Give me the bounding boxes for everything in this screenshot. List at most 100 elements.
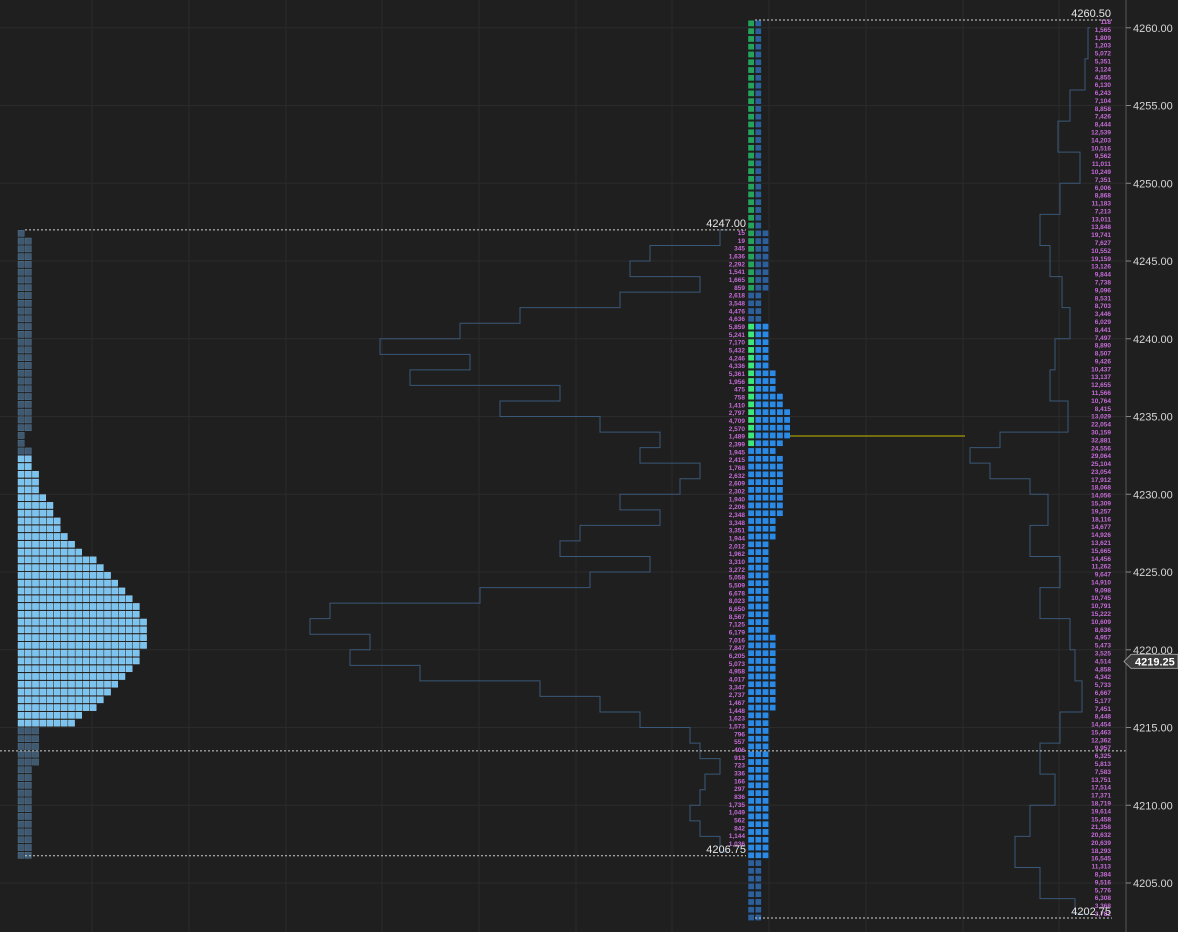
current-block — [747, 27, 755, 35]
volume-label-mid: 4,246 — [729, 355, 746, 362]
current-block — [747, 331, 755, 338]
current-block — [747, 354, 755, 362]
current-block — [769, 447, 776, 455]
volume-label-right: 4,858 — [1095, 666, 1112, 673]
prior-block — [46, 665, 54, 673]
current-block — [755, 533, 762, 540]
prior-block — [89, 680, 97, 688]
current-block — [776, 401, 784, 408]
volume-label-right: 17,371 — [1091, 793, 1111, 800]
prior-block — [75, 564, 82, 571]
current-block — [755, 284, 762, 292]
prior-block — [53, 572, 61, 579]
current-block — [776, 432, 784, 439]
current-block — [762, 579, 769, 587]
prior-low-label: 4206.75 — [706, 844, 746, 856]
prior-block — [32, 502, 39, 509]
prior-block — [104, 626, 111, 634]
current-block — [747, 603, 755, 610]
prior-block — [17, 230, 25, 237]
current-block — [747, 292, 755, 299]
prior-block — [125, 634, 133, 641]
current-block — [747, 416, 755, 424]
prior-block — [25, 657, 32, 665]
current-block — [755, 649, 762, 657]
current-block — [755, 789, 762, 797]
prior-block — [53, 603, 61, 610]
prior-block — [39, 618, 46, 626]
current-block — [762, 649, 769, 657]
volume-label-mid: 1,768 — [729, 465, 746, 472]
prior-block — [39, 572, 46, 579]
volume-label-right: 6,029 — [1095, 319, 1112, 326]
prior-block — [82, 665, 90, 673]
prior-block — [46, 556, 54, 564]
current-block — [769, 525, 776, 533]
current-block — [747, 805, 755, 812]
current-block — [769, 432, 776, 439]
volume-label-mid: 4,017 — [729, 677, 746, 684]
prior-block — [17, 315, 25, 323]
volume-label-right: 6,325 — [1095, 753, 1112, 760]
prior-block — [17, 665, 25, 673]
prior-block — [68, 564, 75, 571]
current-block — [755, 859, 762, 867]
prior-block — [104, 595, 111, 603]
prior-block — [96, 618, 104, 626]
prior-block — [25, 385, 32, 393]
current-block — [747, 206, 755, 214]
prior-block — [25, 774, 32, 781]
current-block — [762, 533, 769, 540]
volume-label-mid: 1,623 — [729, 716, 746, 723]
prior-block — [104, 680, 111, 688]
prior-block — [89, 704, 97, 711]
prior-block — [17, 533, 25, 540]
volume-label-mid: 475 — [734, 387, 745, 394]
prior-block — [68, 603, 75, 610]
prior-block — [46, 712, 54, 719]
current-block — [755, 377, 762, 385]
prior-block — [39, 494, 46, 501]
prior-block — [17, 541, 25, 548]
current-block — [755, 90, 762, 97]
axis-tick-label: 4215.00 — [1133, 723, 1173, 735]
prior-block — [17, 471, 25, 478]
current-block — [755, 144, 762, 152]
volume-label-mid: 3,272 — [729, 567, 746, 574]
prior-block — [89, 587, 97, 595]
volume-label-right: 18,719 — [1091, 800, 1111, 807]
prior-block — [25, 424, 32, 431]
volume-label-mid: 297 — [734, 786, 745, 793]
price-axis[interactable]: 4205.004210.004215.004220.004225.004230.… — [1123, 0, 1178, 932]
current-block — [769, 401, 776, 408]
prior-block — [89, 642, 97, 649]
current-block — [762, 525, 769, 533]
prior-block — [89, 626, 97, 634]
current-block — [762, 323, 769, 330]
prior-block — [17, 408, 25, 416]
prior-block — [68, 587, 75, 595]
volume-label-right: 15,309 — [1091, 501, 1111, 508]
current-block — [747, 502, 755, 509]
prior-block — [17, 401, 25, 408]
volume-label-mid: 166 — [734, 778, 745, 785]
current-block — [747, 579, 755, 587]
prior-block — [39, 509, 46, 517]
prior-block — [39, 610, 46, 618]
current-block — [755, 385, 762, 393]
prior-block — [53, 579, 61, 587]
current-block — [747, 245, 755, 253]
current-block — [755, 782, 762, 789]
volume-label-mid: 5,073 — [729, 661, 746, 668]
prior-block — [53, 587, 61, 595]
volume-label-mid: 6,179 — [729, 630, 746, 637]
current-block — [762, 478, 769, 486]
prior-block — [96, 579, 104, 587]
prior-block — [25, 642, 32, 649]
volume-label-right: 12,539 — [1091, 130, 1111, 137]
prior-block — [68, 541, 75, 548]
current-block — [762, 657, 769, 665]
prior-block — [46, 634, 54, 641]
current-block — [762, 758, 769, 766]
volume-label-right: 5,351 — [1095, 58, 1112, 65]
